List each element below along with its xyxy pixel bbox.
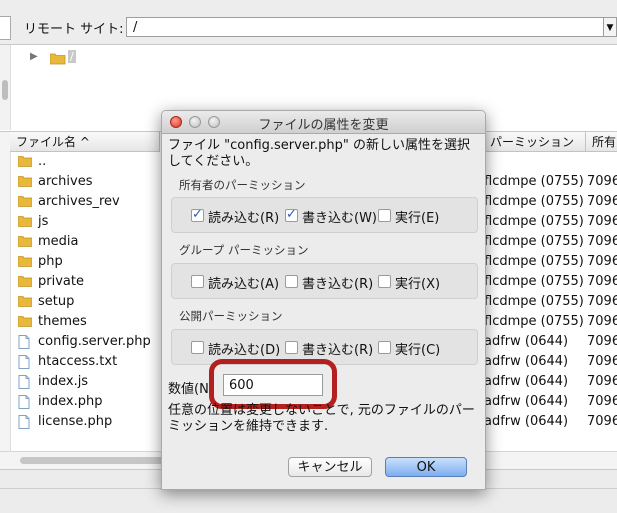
file-name: htaccess.txt [38,354,118,369]
folder-icon [17,275,33,290]
owner-permission-label: 所有者のパーミッション [179,178,306,192]
file-name: private [38,274,84,289]
remote-site-bar: リモート サイト: / ▼ [0,0,617,45]
file-owner: 7096 [587,414,617,429]
file-icon [18,415,30,432]
file-permission: flcdmpe (0755) [484,234,584,249]
group-permission-group: 読み込む(A) 書き込む(R) 実行(X) [171,263,478,299]
file-icon [18,335,30,352]
file-permission: flcdmpe (0755) [484,294,584,309]
file-permission: adfrw (0644) [484,414,569,429]
group-write-checkbox[interactable] [285,275,298,288]
owner-read-checkbox[interactable]: ✓ [191,208,204,222]
file-owner: 7096 [587,314,617,329]
file-permission: flcdmpe (0755) [484,254,584,269]
file-permission: adfrw (0644) [484,394,569,409]
public-write-checkbox[interactable] [285,341,298,354]
file-owner: 7096 [587,354,617,369]
column-header-filename[interactable]: ファイル名 ^ [10,132,160,152]
file-icon [18,395,30,412]
file-permission: flcdmpe (0755) [484,174,584,189]
tree-scrollbar[interactable] [0,45,11,130]
group-exec-checkbox[interactable] [378,275,391,288]
file-owner: 7096 [587,334,617,349]
folder-icon [17,155,33,170]
file-name: .. [38,154,47,169]
file-icon [18,375,30,392]
ok-button[interactable]: OK [385,457,467,477]
owner-write-checkbox[interactable]: ✓ [285,208,298,222]
file-owner: 7096 [587,294,617,309]
folder-icon [17,175,33,190]
remote-site-dropdown-icon[interactable]: ▼ [604,17,617,37]
dialog-titlebar[interactable]: ファイルの属性を変更 [162,111,485,134]
public-permission-label: 公開パーミッション [179,309,283,323]
folder-icon [17,295,33,310]
file-name: php [38,254,63,269]
remote-site-input[interactable]: / [126,17,604,37]
dialog-title: ファイルの属性を変更 [258,118,389,133]
public-read-checkbox[interactable] [191,341,204,354]
group-read-label[interactable]: 読み込む(A) [208,273,279,292]
file-owner: 7096 [587,214,617,229]
change-file-attributes-dialog: ファイルの属性を変更 ファイル "config.server.php" の新しい… [161,110,486,490]
folder-icon [17,235,33,250]
folder-open-icon [49,52,66,68]
file-name: license.php [38,414,113,429]
group-read-checkbox[interactable] [191,275,204,288]
public-exec-label[interactable]: 実行(C) [395,339,440,358]
folder-icon [17,315,33,330]
folder-icon [17,195,33,210]
file-name: setup [38,294,75,309]
file-owner: 7096 [587,174,617,189]
public-read-label[interactable]: 読み込む(D) [208,339,280,358]
remote-site-label: リモート サイト: [24,22,124,37]
file-owner: 7096 [587,234,617,249]
file-permission: adfrw (0644) [484,374,569,389]
numeric-value-label: 数値(N [168,382,209,397]
group-exec-label[interactable]: 実行(X) [395,273,440,292]
cancel-button[interactable]: キャンセル [288,457,372,477]
local-pane-edge [0,16,11,40]
file-permission: flcdmpe (0755) [484,314,584,329]
owner-permission-group: ✓ 読み込む(R) ✓ 書き込む(W) 実行(E) [171,197,478,233]
file-owner: 7096 [587,374,617,389]
file-permission: adfrw (0644) [484,334,569,349]
owner-read-label[interactable]: 読み込む(R) [208,207,279,226]
group-permission-label: グループ パーミッション [179,243,309,257]
owner-exec-label[interactable]: 実行(E) [395,207,439,226]
group-write-label[interactable]: 書き込む(R) [302,273,373,292]
owner-write-label[interactable]: 書き込む(W) [302,207,377,226]
file-name: index.js [38,374,89,389]
file-name: media [38,234,79,249]
tree-scroll-thumb[interactable] [2,80,8,100]
file-permission: adfrw (0644) [484,354,569,369]
file-owner: 7096 [587,394,617,409]
file-name: archives_rev [38,194,120,209]
file-owner: 7096 [587,254,617,269]
column-header-owner[interactable]: 所有者 [586,132,617,152]
file-permission: flcdmpe (0755) [484,214,584,229]
dialog-note: 任意の位置は変更しないことで, 元のファイルのパーミッションを維持できます. [168,403,475,434]
file-permission: flcdmpe (0755) [484,274,584,289]
public-exec-checkbox[interactable] [378,341,391,354]
file-owner: 7096 [587,274,617,289]
folder-icon [17,215,33,230]
highlight-annotation [209,359,337,409]
dialog-description: ファイル "config.server.php" の新しい属性を選択してください… [168,138,470,169]
file-owner: 7096 [587,194,617,209]
file-name: index.php [38,394,103,409]
file-name: archives [38,174,93,189]
owner-exec-checkbox[interactable] [378,209,391,222]
file-name: js [38,214,49,229]
public-write-label[interactable]: 書き込む(R) [302,339,373,358]
file-permission: flcdmpe (0755) [484,194,584,209]
expand-arrow-icon[interactable]: ▶ [30,51,38,62]
column-header-permission[interactable]: パーミッション [484,132,586,152]
file-name: themes [38,314,87,329]
folder-icon [17,255,33,270]
file-name: config.server.php [38,334,151,349]
file-icon [18,355,30,372]
tree-root-item[interactable]: / [68,50,76,63]
